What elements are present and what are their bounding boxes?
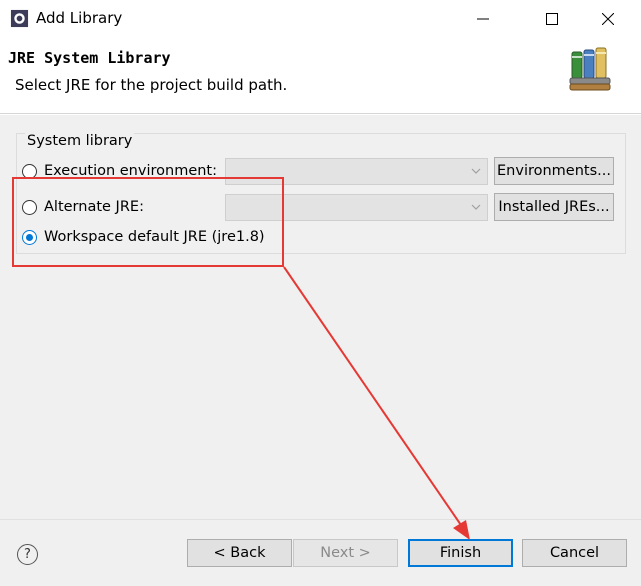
group-label: System library [25,133,135,149]
chevron-down-icon [471,204,481,210]
maximize-icon [546,13,558,25]
wizard-header: JRE System Library Select JRE for the pr… [0,38,641,114]
help-icon[interactable]: ? [17,544,38,565]
title-bar: Add Library [0,0,641,38]
close-icon [602,13,614,25]
button-bar: ? < Back Next > Finish Cancel [0,519,641,586]
back-button[interactable]: < Back [187,539,292,567]
close-button[interactable] [585,0,631,38]
chevron-down-icon [471,168,481,174]
minimize-button[interactable] [460,0,506,38]
radio-label: Execution environment: [44,163,217,179]
radio-button-selected[interactable] [22,229,37,245]
window-title: Add Library [36,9,123,27]
content-area: System library Execution environment: En… [0,115,641,519]
maximize-button[interactable] [529,0,575,38]
environments-button[interactable]: Environments... [494,157,614,185]
page-description: Select JRE for the project build path. [15,76,288,94]
radio-execution-environment[interactable]: Execution environment: [22,163,217,179]
execution-environment-combo[interactable] [225,158,488,185]
next-button[interactable]: Next > [293,539,398,567]
eclipse-icon [10,9,29,28]
page-title: JRE System Library [8,49,171,67]
alternate-jre-combo[interactable] [225,194,488,221]
installed-jres-button[interactable]: Installed JREs... [494,193,614,221]
radio-button[interactable] [22,199,37,215]
radio-workspace-default-jre[interactable]: Workspace default JRE (jre1.8) [22,229,265,245]
cancel-button[interactable]: Cancel [522,539,627,567]
finish-button[interactable]: Finish [408,539,513,567]
minimize-icon [477,18,489,20]
radio-alternate-jre[interactable]: Alternate JRE: [22,199,144,215]
radio-label: Workspace default JRE (jre1.8) [44,229,265,245]
library-books-icon [569,47,611,91]
radio-label: Alternate JRE: [44,199,144,215]
radio-button[interactable] [22,163,37,179]
